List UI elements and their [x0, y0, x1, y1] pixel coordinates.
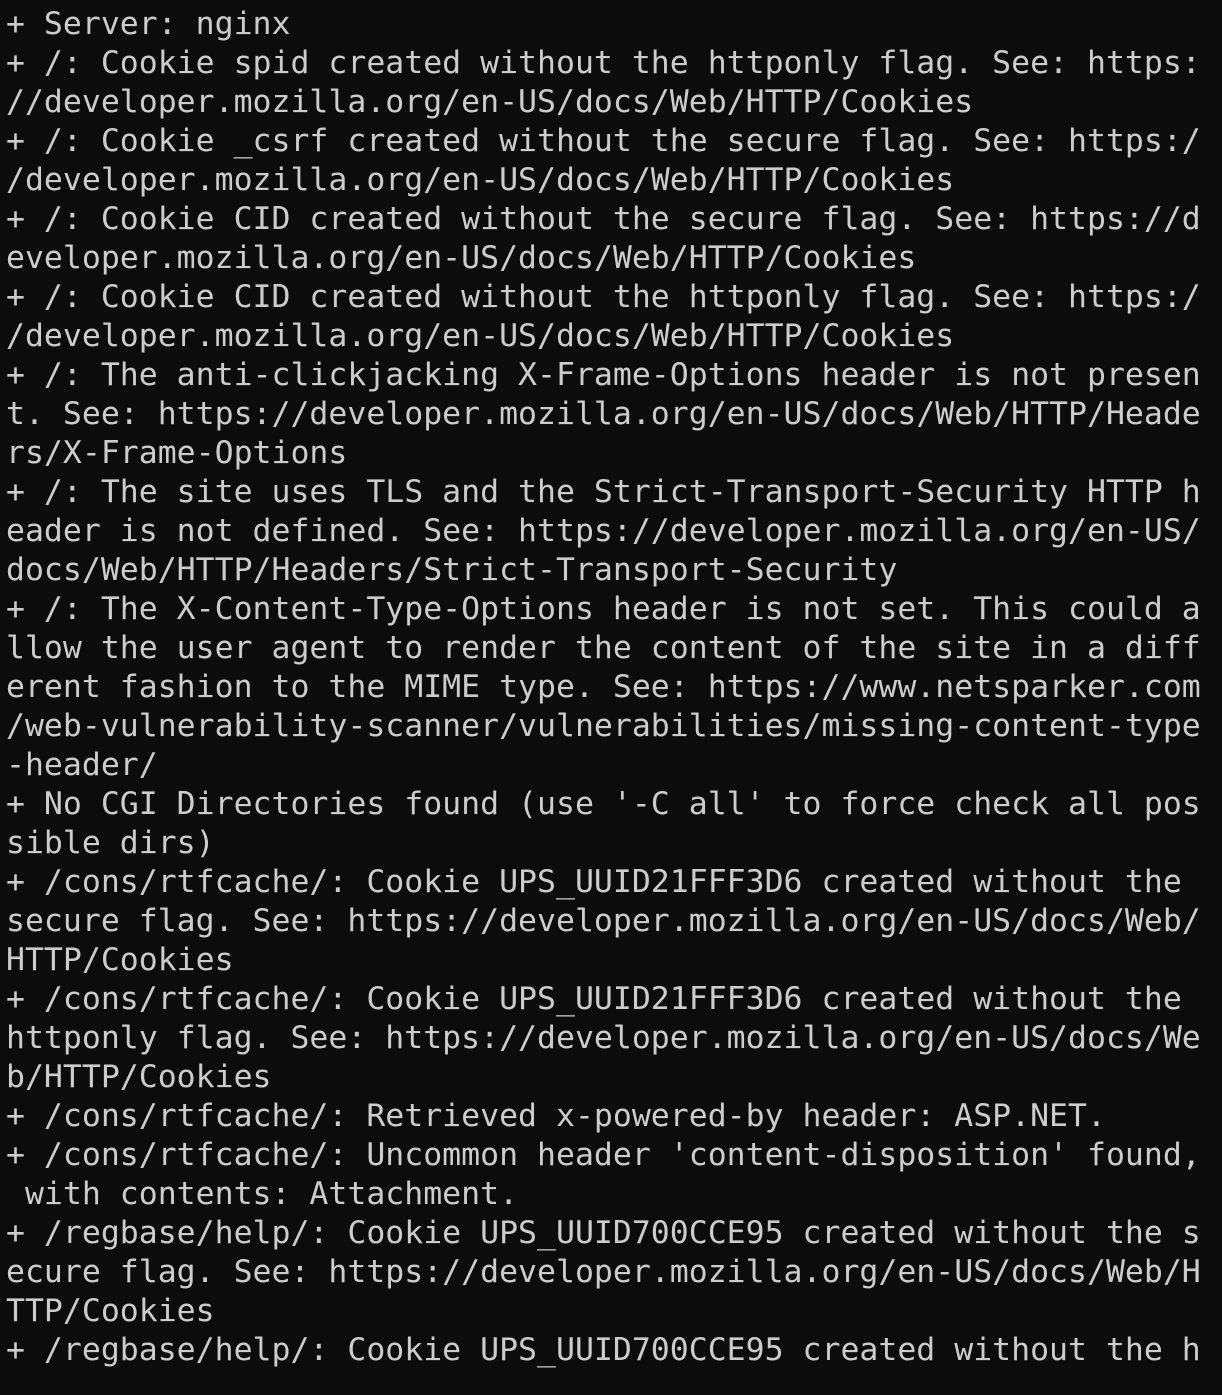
- terminal-line: eader is not defined. See: https://devel…: [6, 513, 1201, 549]
- terminal-line: llow the user agent to render the conten…: [6, 630, 1201, 666]
- terminal-line: ecure flag. See: https://developer.mozil…: [6, 1254, 1201, 1290]
- terminal-line: + /: Cookie CID created without the secu…: [6, 201, 1201, 237]
- terminal-line: //developer.mozilla.org/en-US/docs/Web/H…: [6, 84, 974, 120]
- terminal-line: t. See: https://developer.mozilla.org/en…: [6, 396, 1201, 432]
- terminal-line: /developer.mozilla.org/en-US/docs/Web/HT…: [6, 318, 955, 354]
- terminal-scrollbar[interactable]: [1218, 0, 1222, 1395]
- terminal-output: + Server: nginx + /: Cookie spid created …: [6, 5, 1222, 1370]
- terminal-line: -header/: [6, 747, 158, 783]
- terminal-line: + /: The site uses TLS and the Strict-Tr…: [6, 474, 1201, 510]
- terminal-line: + /: Cookie spid created without the htt…: [6, 45, 1201, 81]
- terminal-line: httponly flag. See: https://developer.mo…: [6, 1020, 1201, 1056]
- terminal-line: with contents: Attachment.: [6, 1176, 519, 1212]
- terminal-line: + /cons/rtfcache/: Retrieved x-powered-b…: [6, 1098, 1106, 1134]
- terminal-line: + /: Cookie CID created without the http…: [6, 279, 1201, 315]
- terminal-line: rs/X-Frame-Options: [6, 435, 348, 471]
- terminal-line: sible dirs): [6, 825, 215, 861]
- terminal-line: /web-vulnerability-scanner/vulnerabiliti…: [6, 708, 1201, 744]
- terminal-line: + /cons/rtfcache/: Cookie UPS_UUID21FFF3…: [6, 981, 1201, 1017]
- terminal-line: docs/Web/HTTP/Headers/Strict-Transport-S…: [6, 552, 898, 588]
- terminal-line: b/HTTP/Cookies: [6, 1059, 272, 1095]
- terminal-line: + /cons/rtfcache/: Cookie UPS_UUID21FFF3…: [6, 864, 1201, 900]
- terminal-line: eveloper.mozilla.org/en-US/docs/Web/HTTP…: [6, 240, 917, 276]
- terminal-line: + /: The anti-clickjacking X-Frame-Optio…: [6, 357, 1201, 393]
- terminal-window[interactable]: + Server: nginx + /: Cookie spid created …: [0, 0, 1222, 1395]
- terminal-line: erent fashion to the MIME type. See: htt…: [6, 669, 1201, 705]
- terminal-line: + No CGI Directories found (use '-C all'…: [6, 786, 1201, 822]
- terminal-line: HTTP/Cookies: [6, 942, 234, 978]
- terminal-line: + /: The X-Content-Type-Options header i…: [6, 591, 1201, 627]
- terminal-line: secure flag. See: https://developer.mozi…: [6, 903, 1201, 939]
- terminal-line: + Server: nginx: [6, 6, 291, 42]
- terminal-line: + /regbase/help/: Cookie UPS_UUID700CCE9…: [6, 1215, 1201, 1251]
- terminal-line: /developer.mozilla.org/en-US/docs/Web/HT…: [6, 162, 955, 198]
- terminal-line: + /cons/rtfcache/: Uncommon header 'cont…: [6, 1137, 1201, 1173]
- terminal-line: TTP/Cookies: [6, 1293, 215, 1329]
- terminal-line: + /: Cookie _csrf created without the se…: [6, 123, 1201, 159]
- terminal-line: + /regbase/help/: Cookie UPS_UUID700CCE9…: [6, 1332, 1201, 1368]
